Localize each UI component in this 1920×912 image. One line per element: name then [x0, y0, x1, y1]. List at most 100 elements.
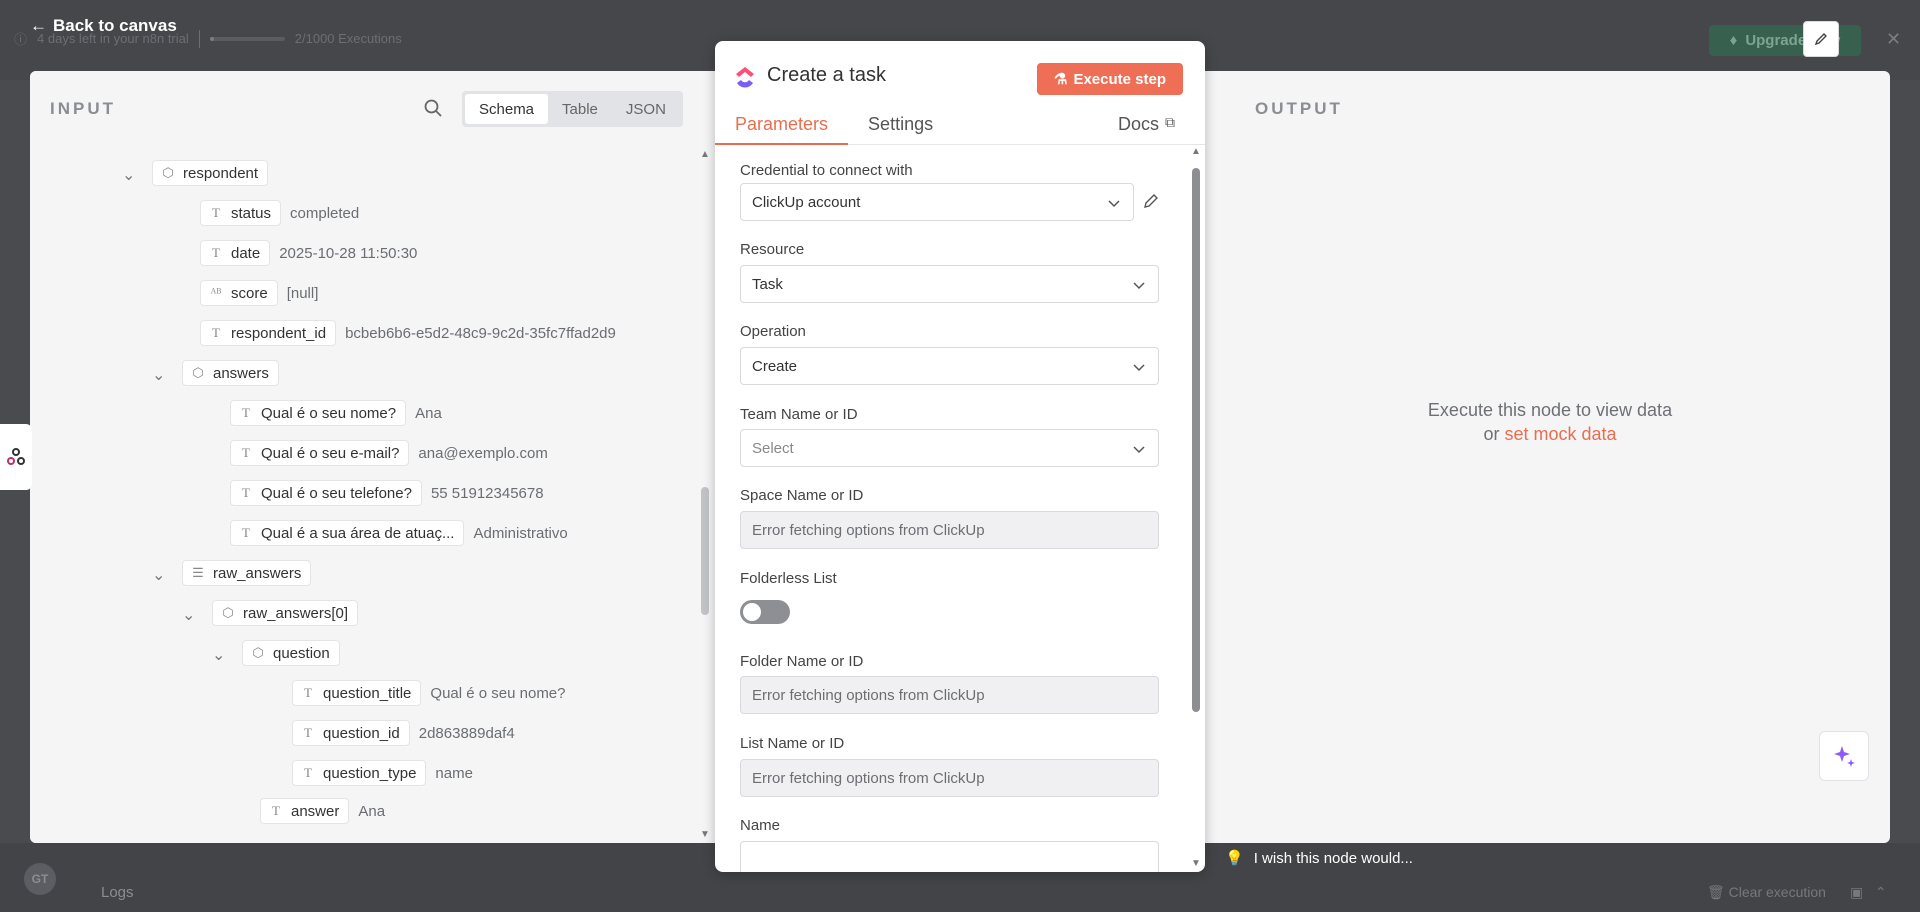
schema-field-pill[interactable]: T Qual é o seu e-mail? [230, 440, 410, 466]
scroll-down-icon[interactable]: ▼ [1191, 858, 1201, 869]
chevron-down-icon[interactable]: ⌄ [182, 605, 195, 625]
schema-row[interactable]: Tquestion_id 2d863889daf4 [292, 720, 515, 746]
schema-field-pill[interactable]: ⬡ answers [182, 360, 279, 386]
tab-settings[interactable]: Settings [848, 114, 953, 145]
schema-field-pill[interactable]: Tquestion_type [292, 760, 427, 786]
schema-row[interactable]: ⌄ ⬡ answers [152, 360, 279, 386]
or-text: or [1483, 424, 1500, 444]
mode-json[interactable]: JSON [612, 94, 680, 124]
schema-row[interactable]: T Qual é a sua área de atuaç... Administra… [230, 520, 568, 546]
logs-toggle-icons[interactable]: ▣ ⌃ [1850, 884, 1887, 901]
schema-row[interactable]: Tquestion_title Qual é o seu nome? [292, 680, 566, 706]
scrollbar-thumb[interactable] [1192, 168, 1200, 712]
schema-row[interactable]: ⌄ ⬡ question [212, 640, 340, 666]
schema-row[interactable]: Tdate 2025-10-28 11:50:30 [200, 240, 417, 266]
schema-field-name: raw_answers [213, 564, 302, 582]
scroll-up-icon[interactable]: ▲ [1191, 146, 1201, 157]
edit-credential-icon[interactable] [1142, 192, 1160, 210]
parameters-scrollbar[interactable]: ▲ ▼ [1189, 146, 1203, 872]
schema-field-pill[interactable]: Tdate [200, 240, 271, 266]
string-type-icon: T [242, 445, 250, 460]
back-to-canvas-link[interactable]: ← Back to canvas [30, 16, 177, 36]
schema-row[interactable]: Trespondent_id bcbeb6b6-e5d2-48c9-9c2d-35… [200, 320, 616, 346]
schema-field-pill[interactable]: T Qual é a sua área de atuaç... [230, 520, 465, 546]
ai-assistant-button[interactable] [1819, 731, 1869, 781]
schema-field-pill[interactable]: ⬡ raw_answers[0] [212, 600, 359, 626]
tab-parameters[interactable]: Parameters [715, 114, 849, 145]
chevron-down-icon[interactable]: ⌄ [212, 645, 225, 665]
feedback-label: I wish this node would... [1253, 849, 1413, 867]
credential-value: ClickUp account [752, 193, 861, 211]
chevron-down-icon[interactable]: ⌄ [152, 365, 165, 385]
schema-row[interactable]: Tquestion_type name [292, 760, 473, 786]
chevron-down-icon [1133, 282, 1145, 290]
name-input[interactable] [740, 841, 1159, 872]
schema-field-pill[interactable]: T Qual é o seu nome? [230, 400, 407, 426]
feedback-link[interactable]: 💡 I wish this node would... [1225, 849, 1413, 868]
mode-schema[interactable]: Schema [465, 94, 549, 124]
resource-select[interactable]: Task [740, 265, 1159, 303]
diamond-icon: ♦ [1729, 32, 1738, 49]
mode-table[interactable]: Table [548, 94, 612, 124]
schema-row[interactable]: ⌄ ⬡ respondent [122, 160, 269, 186]
clear-execution-button[interactable]: 🗑 Clear execution [1707, 884, 1826, 901]
set-mock-data-link[interactable]: set mock data [1504, 424, 1616, 444]
webhook-icon [7, 448, 25, 465]
schema-field-pill[interactable]: Tquestion_title [292, 680, 422, 706]
external-link-icon: ⧉ [1165, 114, 1176, 130]
scroll-up-icon[interactable]: ▲ [700, 149, 710, 160]
webhook-node-handle[interactable] [0, 424, 32, 490]
string-type-icon: T [304, 725, 312, 740]
operation-select[interactable]: Create [740, 347, 1159, 385]
object-type-icon: ⬡ [252, 645, 264, 660]
logs-label[interactable]: Logs [101, 884, 134, 901]
edit-output-button[interactable] [1803, 21, 1839, 57]
credential-select[interactable]: ClickUp account [740, 183, 1134, 221]
avatar[interactable]: GT [24, 863, 56, 895]
schema-field-pill[interactable]: ☰ raw_answers [182, 560, 312, 586]
scroll-down-icon[interactable]: ▼ [700, 829, 710, 840]
schema-row[interactable]: T Qual é o seu e-mail? ana@exemplo.com [230, 440, 548, 466]
mixed-type-icon: ᴬᴮ [210, 285, 222, 300]
schema-field-name: answers [213, 364, 269, 382]
list-select[interactable]: Error fetching options from ClickUp [740, 759, 1159, 797]
schema-row[interactable]: Tanswer Ana [260, 798, 385, 824]
schema-field-name: respondent [183, 164, 259, 182]
schema-row[interactable]: T Qual é o seu telefone? 55 51912345678 [230, 480, 544, 506]
chevron-down-icon[interactable]: ⌄ [152, 565, 165, 585]
back-label: Back to canvas [53, 16, 177, 35]
scrollbar-thumb[interactable] [701, 487, 709, 615]
schema-field-value: 55 51912345678 [430, 484, 544, 502]
schema-field-pill[interactable]: ᴬᴮ score [200, 280, 278, 306]
display-mode-switch: Schema Table JSON [462, 91, 683, 127]
team-select[interactable]: Select [740, 429, 1159, 467]
schema-field-pill[interactable]: T Qual é o seu telefone? [230, 480, 422, 506]
input-scrollbar[interactable]: ▲ ▼ [698, 149, 712, 843]
schema-field-pill[interactable]: ⬡ respondent [152, 160, 269, 186]
folderless-toggle[interactable] [740, 600, 790, 624]
execute-step-button[interactable]: ⚗ Execute step [1037, 63, 1183, 95]
schema-row[interactable]: Tstatus completed [200, 200, 359, 226]
folder-select[interactable]: Error fetching options from ClickUp [740, 676, 1159, 714]
schema-field-pill[interactable]: Tanswer [260, 798, 350, 824]
schema-row[interactable]: ⌄ ⬡ raw_answers[0] [182, 600, 359, 626]
schema-field-pill[interactable]: Tquestion_id [292, 720, 410, 746]
schema-field-value: Administrativo [473, 524, 568, 542]
schema-field-pill[interactable]: Trespondent_id [200, 320, 337, 346]
schema-field-name: status [231, 204, 272, 222]
schema-row[interactable]: ⌄ ☰ raw_answers [152, 560, 312, 586]
schema-field-pill[interactable]: ⬡ question [242, 640, 340, 666]
schema-row[interactable]: ᴬᴮ score [null] [200, 280, 318, 306]
schema-field-value: name [435, 764, 473, 782]
space-select[interactable]: Error fetching options from ClickUp [740, 511, 1159, 549]
docs-link[interactable]: Docs ⧉ [1118, 114, 1175, 135]
schema-field-name: Qual é o seu telefone? [261, 484, 412, 502]
node-title[interactable]: Create a task [767, 64, 886, 87]
execute-hint: Execute this node to view data [1427, 400, 1673, 420]
search-icon[interactable] [423, 98, 443, 118]
schema-field-name: question [273, 644, 330, 662]
schema-row[interactable]: T Qual é o seu nome? Ana [230, 400, 442, 426]
schema-field-pill[interactable]: Tstatus [200, 200, 282, 226]
chevron-down-icon[interactable]: ⌄ [122, 165, 135, 185]
close-banner-icon[interactable]: ✕ [1886, 29, 1901, 50]
